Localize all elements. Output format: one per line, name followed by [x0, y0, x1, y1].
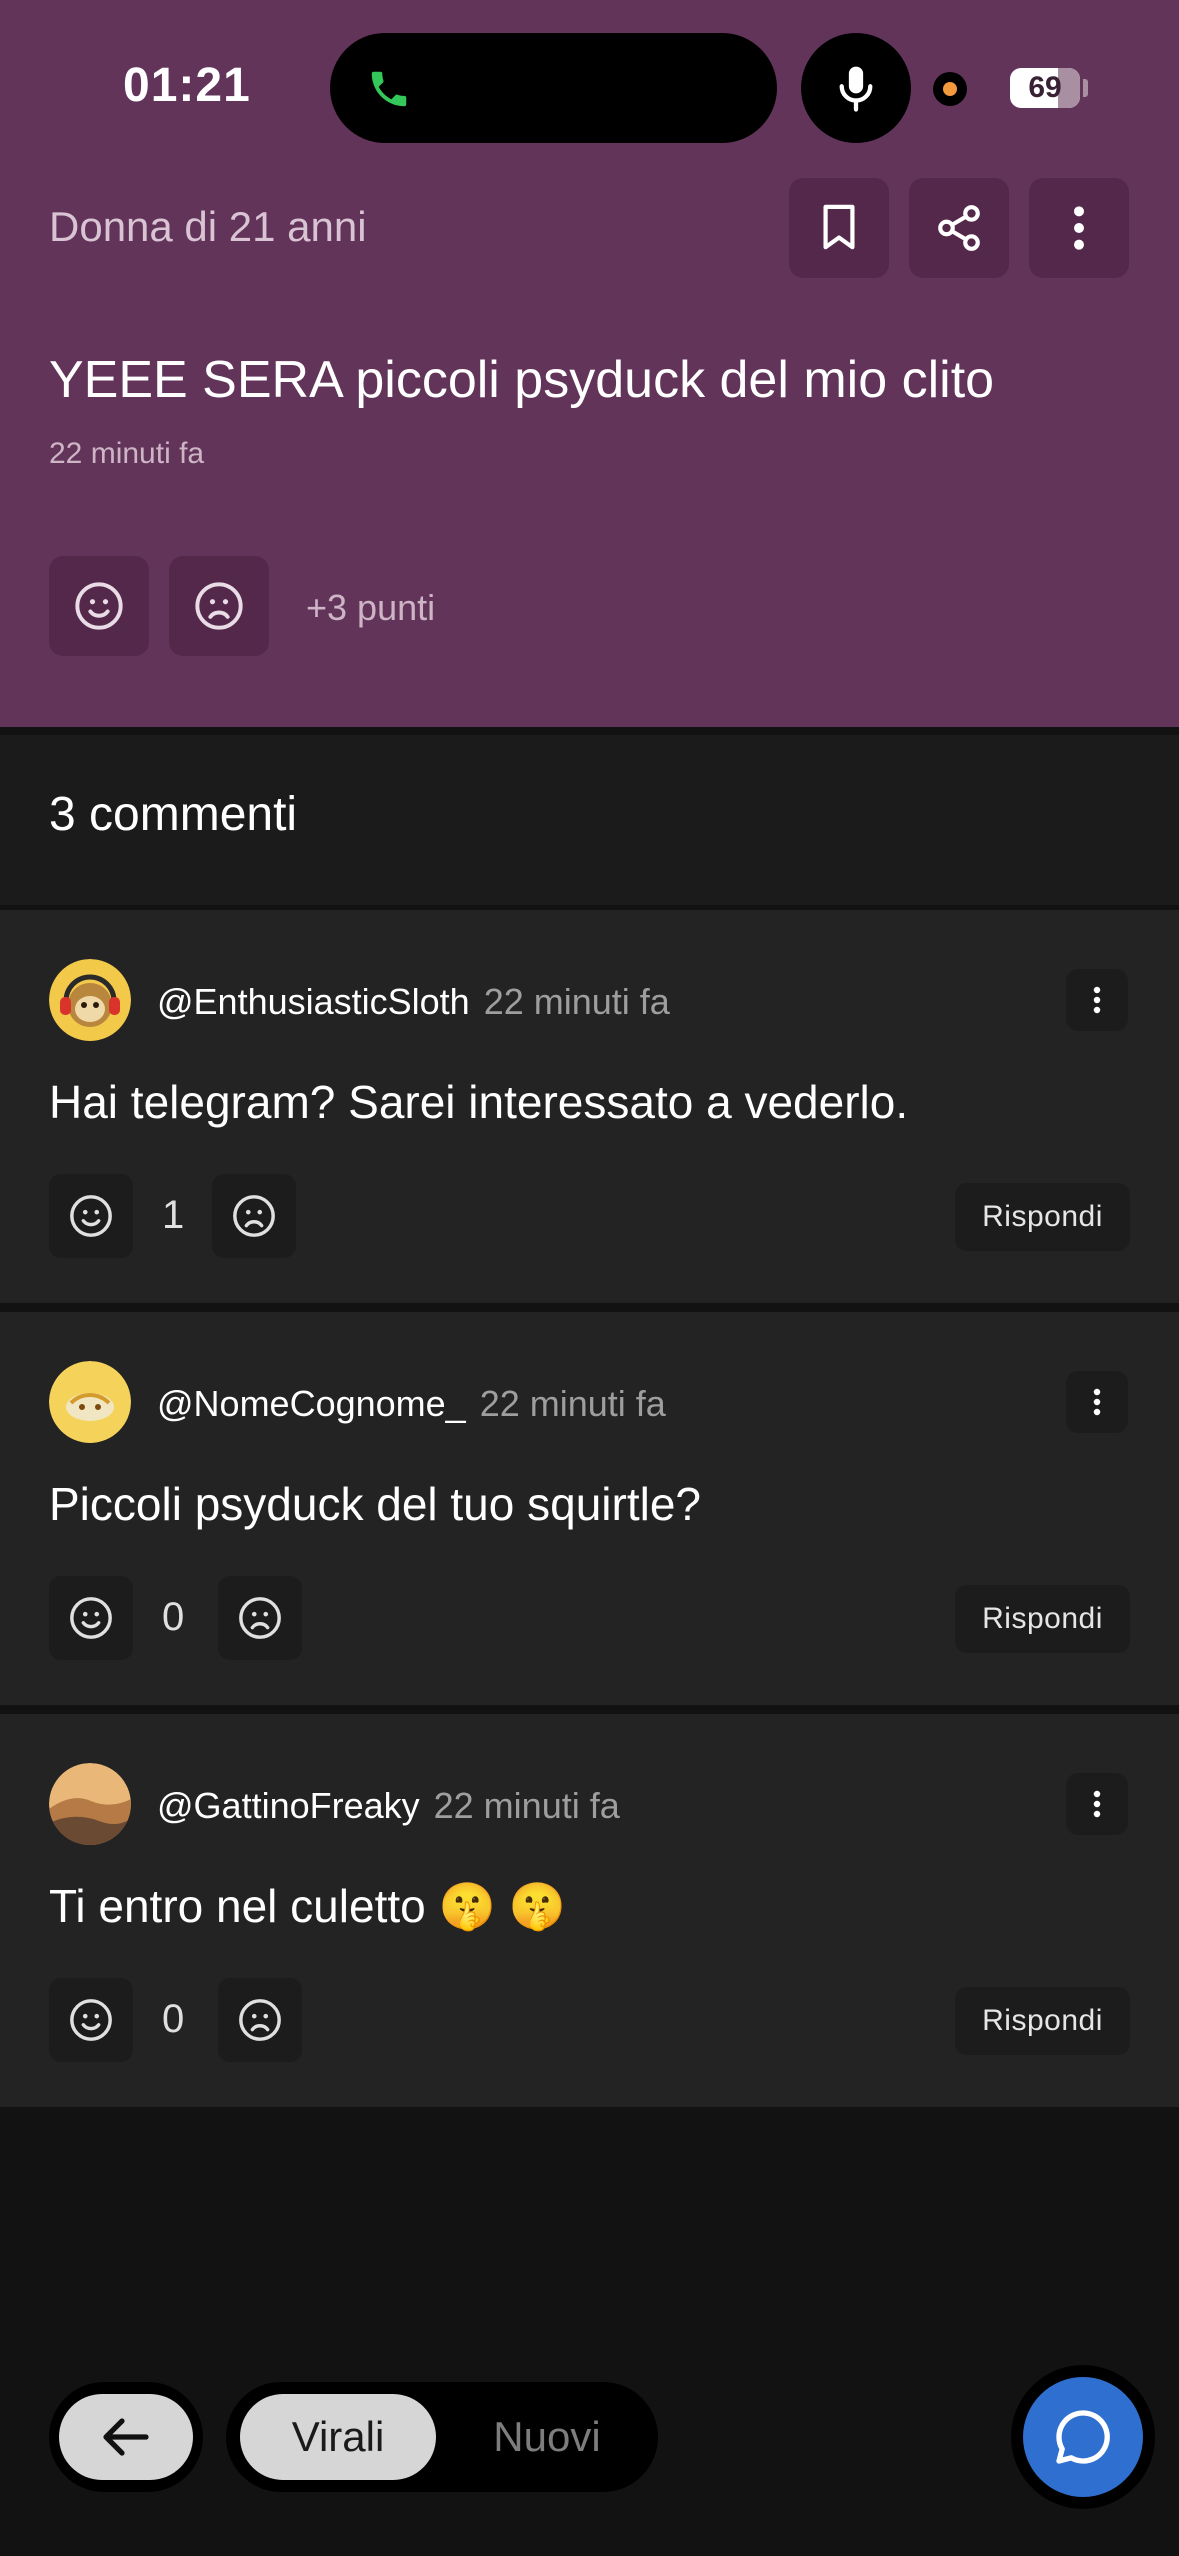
comment-card: @NomeCognome_ 22 minuti fa Piccoli psyduc… [0, 1312, 1179, 1705]
comment-card: @EnthusiasticSloth 22 minuti fa Hai teleg… [0, 910, 1179, 1303]
upvote-button[interactable] [49, 556, 149, 656]
frown-icon [239, 1999, 281, 2041]
phone-call-icon [366, 66, 412, 117]
desert-landscape-avatar-icon [49, 1763, 131, 1845]
comment-upvote-button[interactable] [49, 1174, 133, 1258]
reply-button[interactable]: Rispondi [955, 1585, 1130, 1653]
sloth-headphones-avatar-icon [49, 959, 131, 1041]
frown-icon [239, 1597, 281, 1639]
post-time: 22 minuti fa [49, 437, 205, 470]
smile-icon [70, 1999, 112, 2041]
comment-downvote-button[interactable] [212, 1174, 296, 1258]
comment-header: @NomeCognome_ 22 minuti fa [157, 1383, 666, 1425]
smile-icon [70, 1597, 112, 1639]
comment-header: @GattinoFreaky 22 minuti fa [157, 1785, 620, 1827]
comment-username[interactable]: @NomeCognome_ [157, 1383, 466, 1424]
status-time: 01:21 [123, 59, 251, 112]
microphone-indicator [801, 33, 911, 143]
reply-button[interactable]: Rispondi [955, 1183, 1130, 1251]
comment-upvote-button[interactable] [49, 1978, 133, 2062]
comment-time: 22 minuti fa [479, 1383, 666, 1424]
frown-icon [195, 582, 243, 630]
comment-text: Piccoli psyduck del tuo squirtle? [49, 1478, 701, 1530]
bookmark-button[interactable] [789, 178, 889, 278]
comment-header: @EnthusiasticSloth 22 minuti fa [157, 981, 670, 1023]
battery-level: 69 [1028, 71, 1062, 104]
comment-fab-container [1011, 2365, 1155, 2509]
avatar[interactable] [49, 1361, 131, 1443]
comments-count: 3 commenti [49, 788, 298, 841]
comment-vote-count: 1 [162, 1193, 185, 1237]
write-comment-button[interactable] [1023, 2377, 1143, 2497]
post-card: 01:21 69 Donna di 21 anni YEEE SERA picc… [0, 0, 1179, 727]
comment-more-button[interactable] [1066, 969, 1128, 1031]
battery-tip [1083, 79, 1088, 97]
smile-icon [70, 1195, 112, 1237]
comment-username[interactable]: @GattinoFreaky [157, 1785, 420, 1826]
post-author: Donna di 21 anni [49, 203, 367, 250]
more-options-button[interactable] [1029, 178, 1129, 278]
yellow-emoji-avatar-icon [49, 1361, 131, 1443]
comment-text: Ti entro nel culetto 🤫 🤫 [49, 1880, 566, 1932]
comment-time: 22 minuti fa [483, 981, 670, 1022]
comment-vote-count: 0 [162, 1997, 185, 2041]
dynamic-island[interactable] [330, 33, 777, 143]
arrow-left-icon [103, 2418, 149, 2456]
camera-indicator-icon [933, 72, 967, 106]
share-icon [938, 205, 980, 251]
comment-downvote-button[interactable] [218, 1576, 302, 1660]
comment-more-button[interactable] [1066, 1371, 1128, 1433]
more-vertical-icon [1093, 986, 1101, 1014]
battery-icon: 69 [1010, 68, 1080, 108]
back-button[interactable] [59, 2394, 193, 2480]
more-vertical-icon [1093, 1388, 1101, 1416]
back-button-container [49, 2382, 203, 2492]
comment-username[interactable]: @EnthusiasticSloth [157, 981, 470, 1022]
post-title: YEEE SERA piccoli psyduck del mio clito [49, 351, 995, 409]
chat-bubble-icon [1056, 2410, 1110, 2464]
downvote-button[interactable] [169, 556, 269, 656]
bookmark-icon [823, 204, 855, 250]
frown-icon [233, 1195, 275, 1237]
comment-downvote-button[interactable] [218, 1978, 302, 2062]
sort-segmented-control: Virali Nuovi [226, 2382, 658, 2492]
more-vertical-icon [1093, 1790, 1101, 1818]
smile-icon [75, 582, 123, 630]
avatar[interactable] [49, 959, 131, 1041]
comment-time: 22 minuti fa [433, 1785, 620, 1826]
tab-nuovi[interactable]: Nuovi [462, 2394, 632, 2480]
comments-header: 3 commenti [0, 735, 1179, 905]
reply-button[interactable]: Rispondi [955, 1987, 1130, 2055]
comment-text: Hai telegram? Sarei interessato a vederl… [49, 1076, 909, 1128]
tab-virali[interactable]: Virali [240, 2394, 436, 2480]
comment-card: @GattinoFreaky 22 minuti fa Ti entro nel … [0, 1714, 1179, 2107]
avatar[interactable] [49, 1763, 131, 1845]
more-vertical-icon [1074, 206, 1084, 250]
post-points: +3 punti [306, 587, 436, 628]
comment-upvote-button[interactable] [49, 1576, 133, 1660]
comment-vote-count: 0 [162, 1595, 185, 1639]
share-button[interactable] [909, 178, 1009, 278]
comment-more-button[interactable] [1066, 1773, 1128, 1835]
